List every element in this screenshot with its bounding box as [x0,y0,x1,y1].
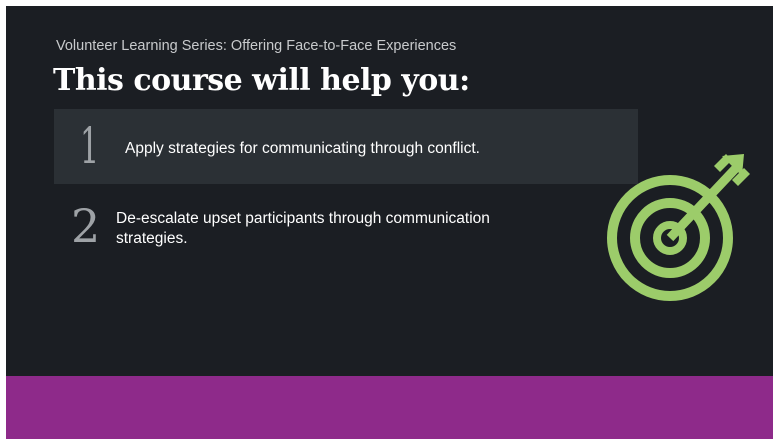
course-slide: Volunteer Learning Series: Offering Face… [6,6,773,439]
objective-number: 2 [71,199,101,253]
slide-heading: This course will help you: [53,63,470,98]
objective-item-1: 1 Apply strategies for communicating thr… [54,109,638,184]
objective-number: 1 [80,117,100,175]
objective-item-2: 2 De-escalate upset participants through… [54,196,638,276]
objective-text: De-escalate upset participants through c… [116,210,490,247]
series-title: Volunteer Learning Series: Offering Face… [56,38,457,54]
objective-text: Apply strategies for communicating throu… [125,140,480,157]
footer-bar [6,376,773,439]
target-with-arrow-icon [607,154,750,301]
